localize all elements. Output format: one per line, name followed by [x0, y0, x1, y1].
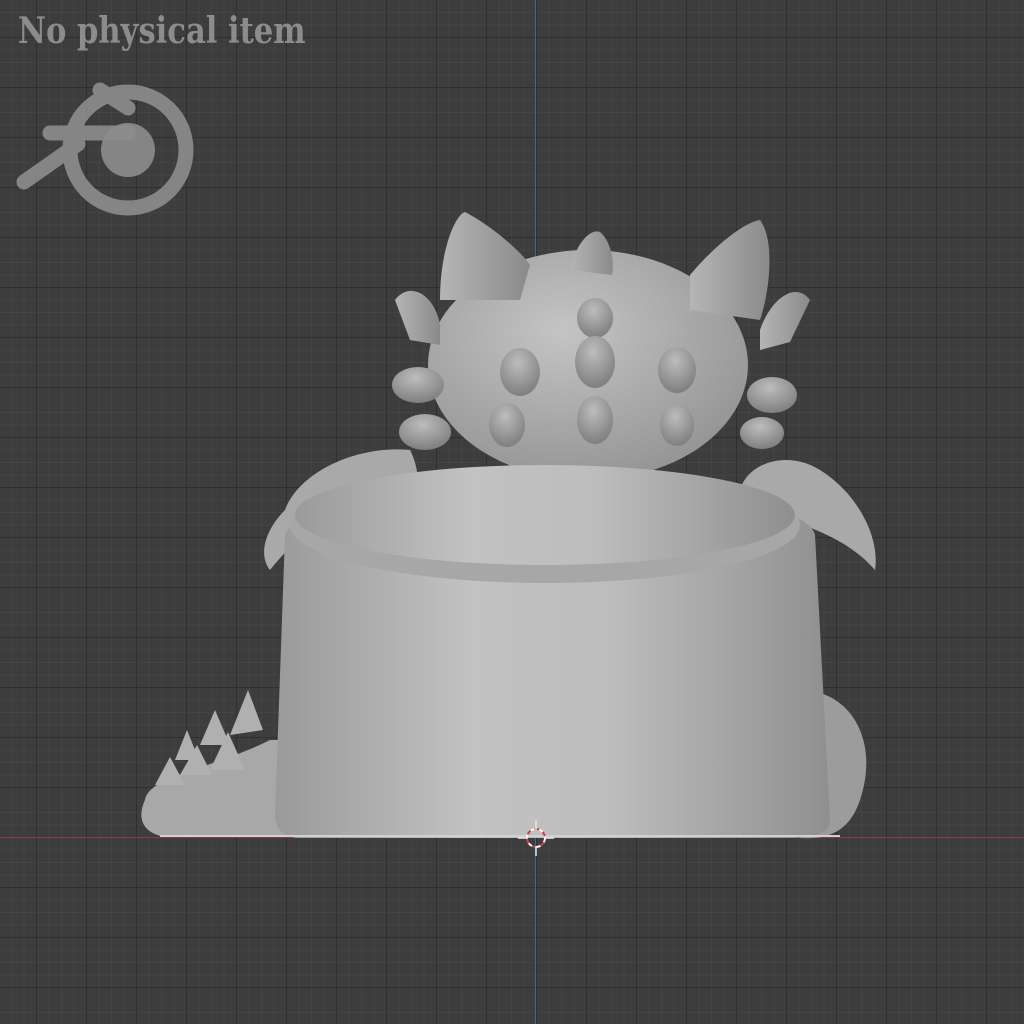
3d-viewport[interactable]: No physical item: [0, 0, 1024, 1024]
dragon-pot-model: [141, 212, 876, 839]
3d-cursor-icon[interactable]: [516, 818, 556, 858]
